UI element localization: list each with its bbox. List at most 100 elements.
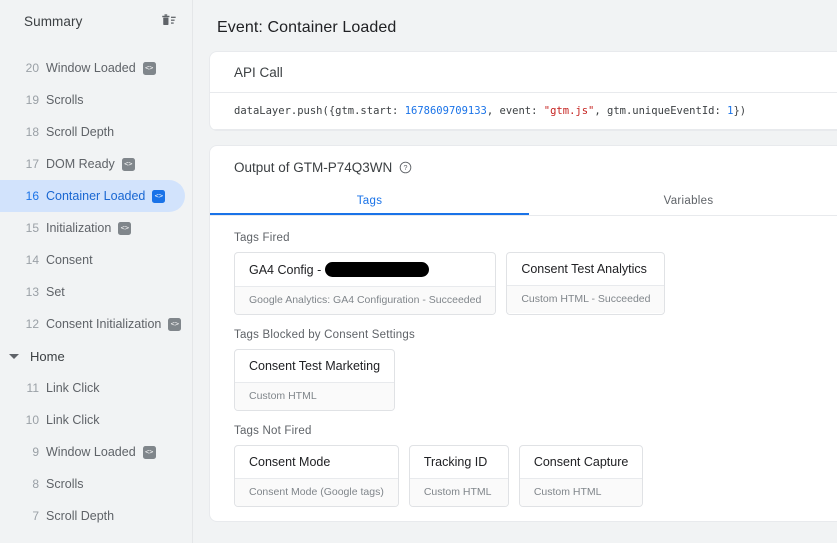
event-number: 17: [25, 157, 39, 171]
code-suffix: }): [733, 105, 747, 117]
event-label: Scrolls: [46, 477, 84, 491]
sidebar-item-consent-initialization-12[interactable]: 12 Consent Initialization <>: [0, 308, 192, 340]
sidebar-item-dom-ready-17[interactable]: 17 DOM Ready <>: [0, 148, 192, 180]
trash-icon[interactable]: [160, 12, 178, 30]
sidebar-header: Summary: [0, 0, 192, 42]
tag-card[interactable]: Consent Test Analytics Custom HTML - Suc…: [506, 252, 666, 315]
sidebar-item-container-loaded-16[interactable]: 16 Container Loaded <>: [0, 180, 185, 212]
tag-name: GA4 Config -: [249, 262, 322, 277]
code-mid-1: , event:: [486, 105, 544, 117]
code-number-1: 1678609709133: [404, 105, 487, 117]
event-label: Window Loaded: [46, 61, 136, 75]
event-number: 13: [25, 285, 39, 299]
event-number: 12: [25, 317, 39, 331]
sidebar-item-set-13[interactable]: 13 Set: [0, 276, 192, 308]
card-spacer: [209, 131, 837, 145]
trash-icon-glyph: [162, 14, 176, 25]
code-icon: <>: [142, 61, 156, 75]
tag-name-row: GA4 Config -: [235, 253, 495, 286]
help-circle-icon-glyph: ?: [400, 161, 412, 174]
sidebar-group-label: Home: [30, 348, 65, 364]
sidebar-group-home[interactable]: Home: [0, 340, 192, 372]
tag-status: Google Analytics: GA4 Configuration - Su…: [235, 286, 496, 314]
event-label: Initialization: [46, 221, 112, 235]
redaction-bar: [325, 262, 430, 277]
tab-tags[interactable]: Tags: [210, 186, 529, 215]
tag-name: Consent Test Marketing: [249, 359, 381, 373]
svg-text:?: ?: [404, 164, 408, 172]
event-number: 15: [25, 221, 39, 235]
sidebar-title: Summary: [24, 13, 83, 29]
sidebar-item-scrolls-19[interactable]: 19 Scrolls: [0, 84, 192, 116]
event-label: Link Click: [46, 381, 100, 395]
event-number: 16: [25, 189, 39, 203]
event-label: Container Loaded: [46, 189, 146, 203]
tag-card[interactable]: GA4 Config - Google Analytics: GA4 Confi…: [234, 252, 497, 315]
code-icon: <>: [142, 445, 156, 459]
sidebar-item-scroll-depth-7[interactable]: 7 Scroll Depth: [0, 500, 192, 532]
event-label: Link Click: [46, 413, 100, 427]
event-number: 11: [26, 381, 39, 395]
tag-card[interactable]: Tracking ID Custom HTML: [408, 445, 509, 507]
tag-status: Custom HTML - Succeeded: [507, 285, 665, 313]
output-heading: Output of GTM-P74Q3WN: [234, 160, 393, 175]
tag-name: Consent Mode: [249, 455, 331, 469]
tag-status: Custom HTML: [235, 382, 395, 410]
event-label: Consent Initialization: [46, 317, 162, 331]
sidebar-item-link-click-10[interactable]: 10 Link Click: [0, 404, 192, 436]
sidebar-item-initialization-15[interactable]: 15 Initialization <>: [0, 212, 192, 244]
event-number: 9: [32, 445, 39, 459]
output-heading-row: Output of GTM-P74Q3WN ?: [210, 146, 837, 186]
code-icon: <>: [152, 189, 166, 203]
sidebar-item-scrolls-8[interactable]: 8 Scrolls: [0, 468, 192, 500]
sidebar-item-consent-14[interactable]: 14 Consent: [0, 244, 192, 276]
event-label: Scrolls: [46, 93, 84, 107]
tag-card[interactable]: Consent Test Marketing Custom HTML: [234, 349, 396, 411]
debug-panel: Summary 20 Window Loaded <> 19 Scrolls 1…: [0, 0, 837, 543]
chevron-down-icon[interactable]: [9, 353, 19, 359]
tags-blocked-row: Consent Test Marketing Custom HTML: [234, 349, 837, 411]
tag-status: Consent Mode (Google tags): [235, 478, 398, 506]
api-call-heading: API Call: [210, 52, 837, 93]
code-string-1: "gtm.js": [543, 105, 595, 117]
event-sidebar: Summary 20 Window Loaded <> 19 Scrolls 1…: [0, 0, 193, 543]
code-mid-2: , gtm.uniqueEventId:: [594, 105, 728, 117]
tag-name: Tracking ID: [423, 455, 488, 469]
event-list: 20 Window Loaded <> 19 Scrolls 18 Scroll…: [0, 42, 192, 532]
event-label: Consent: [46, 253, 93, 267]
code-icon: <>: [168, 317, 182, 331]
event-number: 14: [25, 253, 39, 267]
event-number: 7: [32, 509, 39, 523]
tags-not-fired-row: Consent Mode Consent Mode (Google tags) …: [234, 445, 837, 507]
event-number: 19: [25, 93, 39, 107]
event-label: Set: [46, 285, 65, 299]
api-call-code: dataLayer.push({gtm.start: 1678609709133…: [210, 93, 837, 130]
event-label: DOM Ready: [46, 157, 115, 171]
page-title: Event: Container Loaded: [217, 19, 397, 36]
section-label-tags-not-fired: Tags Not Fired: [234, 425, 312, 437]
sidebar-item-window-loaded-9[interactable]: 9 Window Loaded <>: [0, 436, 192, 468]
tag-status: Custom HTML: [409, 478, 508, 506]
tag-card[interactable]: Consent Capture Custom HTML: [518, 445, 644, 507]
help-circle-icon[interactable]: ?: [392, 161, 412, 174]
event-label: Scroll Depth: [46, 509, 115, 523]
sidebar-item-scroll-depth-18[interactable]: 18 Scroll Depth: [0, 116, 192, 148]
output-tabs: Tags Variables: [210, 186, 837, 216]
section-label-tags-fired: Tags Fired: [234, 232, 290, 244]
code-prefix: dataLayer.push({gtm.start:: [234, 105, 405, 117]
section-label-tags-blocked: Tags Blocked by Consent Settings: [234, 329, 415, 341]
tag-name: Consent Test Analytics: [521, 262, 647, 276]
event-label: Scroll Depth: [46, 125, 115, 139]
api-call-card: API Call dataLayer.push({gtm.start: 1678…: [209, 51, 837, 131]
tag-status: Custom HTML: [519, 478, 643, 506]
tab-variables[interactable]: Variables: [529, 186, 837, 215]
sidebar-item-link-click-11[interactable]: 11 Link Click: [0, 372, 192, 404]
main-content: Event: Container Loaded API Call dataLay…: [193, 0, 837, 543]
sidebar-item-window-loaded-20[interactable]: 20 Window Loaded <>: [0, 52, 192, 84]
output-card: Output of GTM-P74Q3WN ? Tags Variables T…: [209, 145, 837, 522]
event-number: 10: [25, 413, 39, 427]
tag-card[interactable]: Consent Mode Consent Mode (Google tags): [234, 445, 399, 507]
code-icon: <>: [121, 157, 135, 171]
code-icon: <>: [118, 221, 132, 235]
tag-name: Consent Capture: [533, 455, 629, 469]
